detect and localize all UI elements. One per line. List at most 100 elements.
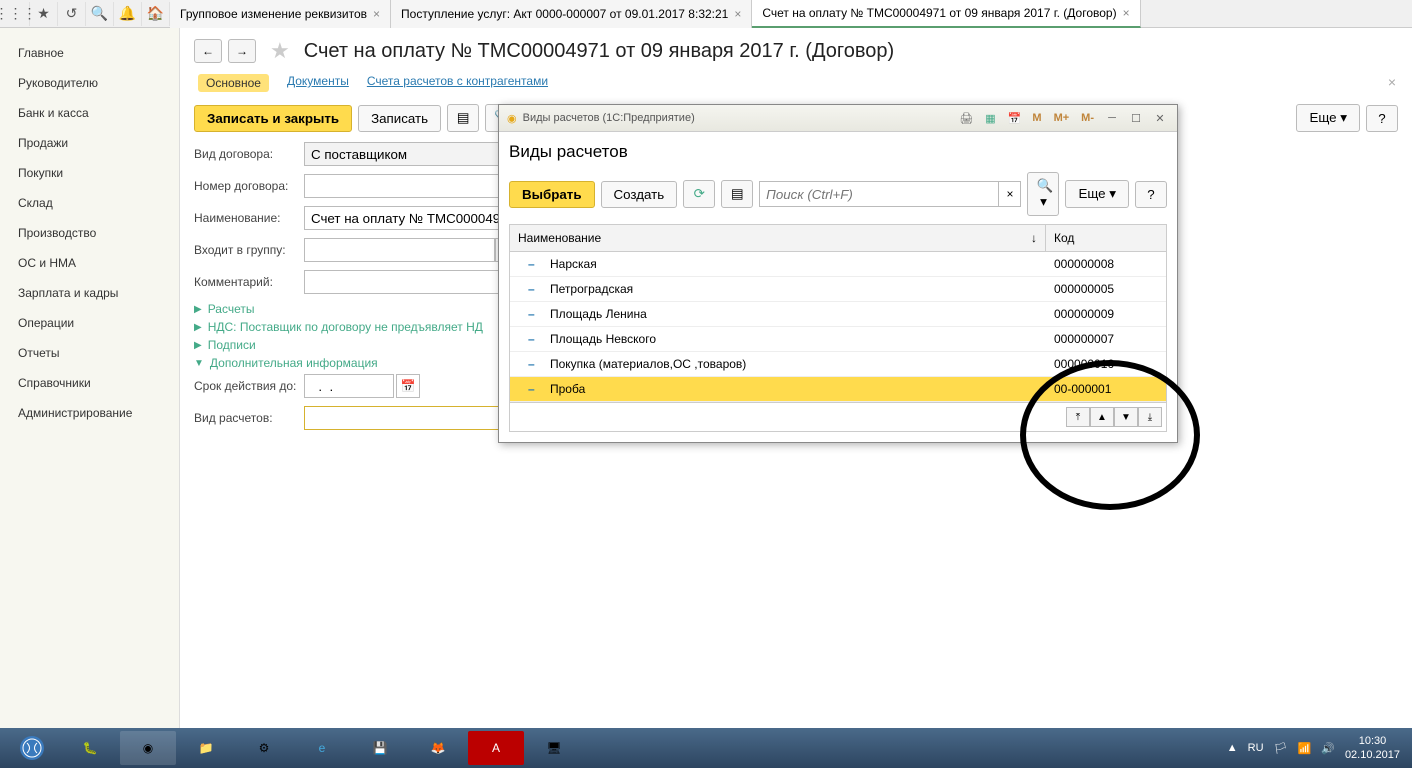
print-icon[interactable]: 🖨: [957, 109, 975, 127]
vid-input[interactable]: [304, 142, 524, 166]
back-button[interactable]: ←: [194, 39, 222, 63]
tab-documents[interactable]: Документы: [287, 74, 349, 92]
app-icon: ◉: [507, 112, 517, 125]
favorite-icon[interactable]: ★: [270, 38, 290, 64]
lang-indicator[interactable]: RU: [1248, 742, 1264, 754]
search-input[interactable]: [759, 181, 999, 207]
list-icon[interactable]: ▤: [721, 180, 753, 208]
taskbar-explorer[interactable]: 📁: [178, 731, 234, 765]
nav-down-icon[interactable]: ▼: [1114, 407, 1138, 427]
select-button[interactable]: Выбрать: [509, 181, 595, 208]
report-icon[interactable]: ▤: [447, 104, 479, 132]
sidebar-item-operations[interactable]: Операции: [0, 308, 179, 338]
save-button[interactable]: Записать: [358, 105, 441, 132]
m-minus-button[interactable]: M-: [1078, 112, 1097, 124]
app-toolbar: ⋮⋮⋮ ★ ↺ 🔍 🔔 🏠 Групповое изменение реквиз…: [0, 0, 1412, 28]
sidebar-item-purchases[interactable]: Покупки: [0, 158, 179, 188]
tray-flag-icon[interactable]: 🏳: [1274, 742, 1288, 755]
taskbar-item[interactable]: 🐛: [62, 731, 118, 765]
sidebar-item-admin[interactable]: Администрирование: [0, 398, 179, 428]
clock[interactable]: 10:30 02.10.2017: [1345, 734, 1400, 763]
close-icon[interactable]: ×: [373, 7, 380, 21]
srok-input[interactable]: [304, 374, 394, 398]
tray-volume-icon[interactable]: 🔊: [1321, 742, 1335, 755]
vid-label: Вид договора:: [194, 147, 304, 161]
more-button[interactable]: Еще ▾: [1065, 180, 1129, 208]
calc-icon[interactable]: ▦: [981, 109, 999, 127]
sidebar-item-reports[interactable]: Отчеты: [0, 338, 179, 368]
comment-input[interactable]: [304, 270, 524, 294]
nav-up-icon[interactable]: ▲: [1090, 407, 1114, 427]
naim-input[interactable]: [304, 206, 524, 230]
table-row[interactable]: Нарская000000008: [510, 252, 1166, 277]
sidebar-item-payroll[interactable]: Зарплата и кадры: [0, 278, 179, 308]
maximize-icon[interactable]: ☐: [1127, 109, 1145, 127]
tab-invoice[interactable]: Счет на оплату № ТМС00004971 от 09 январ…: [752, 0, 1140, 28]
nomer-label: Номер договора:: [194, 179, 304, 193]
calendar-icon[interactable]: 📅: [1005, 109, 1023, 127]
minimize-icon[interactable]: ─: [1103, 109, 1121, 127]
star-icon[interactable]: ★: [30, 2, 58, 26]
sidebar-item-bank[interactable]: Банк и касса: [0, 98, 179, 128]
popup-table: Наименование ↓ Код Нарская000000008Петрог…: [509, 224, 1167, 432]
close-icon[interactable]: ×: [1388, 74, 1396, 90]
close-icon[interactable]: ×: [734, 7, 741, 21]
close-icon[interactable]: ✕: [1151, 109, 1169, 127]
tab-receipt[interactable]: Поступление услуг: Акт 0000-000007 от 09…: [391, 0, 752, 28]
help-button[interactable]: ?: [1135, 181, 1167, 208]
home-icon[interactable]: 🏠: [142, 2, 170, 26]
taskbar-adobe[interactable]: A: [468, 731, 524, 765]
tab-group-edit[interactable]: Групповое изменение реквизитов×: [170, 0, 391, 28]
apps-icon[interactable]: ⋮⋮⋮: [2, 2, 30, 26]
m-button[interactable]: M: [1029, 112, 1044, 124]
refresh-icon[interactable]: ⟳: [683, 180, 715, 208]
col-code[interactable]: Код: [1046, 225, 1166, 251]
tab-settlements[interactable]: Счета расчетов с контрагентами: [367, 74, 548, 92]
table-row[interactable]: Площадь Невского000000007: [510, 327, 1166, 352]
sidebar-item-sales[interactable]: Продажи: [0, 128, 179, 158]
sidebar-item-refs[interactable]: Справочники: [0, 368, 179, 398]
popup-titlebar[interactable]: ◉ Виды расчетов (1С:Предприятие) 🖨 ▦ 📅 M…: [499, 105, 1177, 132]
help-button[interactable]: ?: [1366, 105, 1398, 132]
close-icon[interactable]: ×: [1123, 6, 1130, 20]
sidebar: Главное Руководителю Банк и касса Продаж…: [0, 28, 180, 728]
table-row[interactable]: Проба00-000001: [510, 377, 1166, 402]
more-button[interactable]: Еще ▾: [1296, 104, 1360, 132]
taskbar-ie[interactable]: e: [294, 731, 350, 765]
search-icon[interactable]: 🔍: [86, 2, 114, 26]
sort-icon[interactable]: ↓: [1031, 231, 1037, 245]
table-row[interactable]: Петроградская000000005: [510, 277, 1166, 302]
calendar-icon[interactable]: 📅: [396, 374, 420, 398]
nomer-input[interactable]: [304, 174, 524, 198]
group-input[interactable]: [304, 238, 495, 262]
tabs: Групповое изменение реквизитов× Поступле…: [170, 0, 1410, 28]
col-name[interactable]: Наименование: [518, 231, 601, 245]
table-row[interactable]: Площадь Ленина000000009: [510, 302, 1166, 327]
create-button[interactable]: Создать: [601, 181, 678, 208]
sidebar-item-production[interactable]: Производство: [0, 218, 179, 248]
save-close-button[interactable]: Записать и закрыть: [194, 105, 352, 132]
find-button[interactable]: 🔍▾: [1027, 172, 1059, 216]
forward-button[interactable]: →: [228, 39, 256, 63]
bell-icon[interactable]: 🔔: [114, 2, 142, 26]
taskbar-monitor[interactable]: 🖥: [526, 731, 582, 765]
m-plus-button[interactable]: M+: [1051, 112, 1073, 124]
sidebar-item-manager[interactable]: Руководителю: [0, 68, 179, 98]
start-button[interactable]: [4, 731, 60, 765]
taskbar-1c[interactable]: ◉: [120, 731, 176, 765]
clear-icon[interactable]: ×: [999, 181, 1021, 207]
sidebar-item-main[interactable]: Главное: [0, 38, 179, 68]
taskbar-item[interactable]: ⚙: [236, 731, 292, 765]
tab-main[interactable]: Основное: [198, 74, 269, 92]
popup-vidy-raschetov: ◉ Виды расчетов (1С:Предприятие) 🖨 ▦ 📅 M…: [498, 104, 1178, 443]
taskbar-save[interactable]: 💾: [352, 731, 408, 765]
nav-first-icon[interactable]: ⤒: [1066, 407, 1090, 427]
history-icon[interactable]: ↺: [58, 2, 86, 26]
tray-icon[interactable]: ▲: [1227, 742, 1238, 754]
table-row[interactable]: Покупка (материалов,ОС ,товаров)00000001…: [510, 352, 1166, 377]
sidebar-item-assets[interactable]: ОС и НМА: [0, 248, 179, 278]
sidebar-item-warehouse[interactable]: Склад: [0, 188, 179, 218]
taskbar-firefox[interactable]: 🦊: [410, 731, 466, 765]
tray-network-icon[interactable]: 📶: [1298, 742, 1312, 755]
nav-last-icon[interactable]: ⤓: [1138, 407, 1162, 427]
